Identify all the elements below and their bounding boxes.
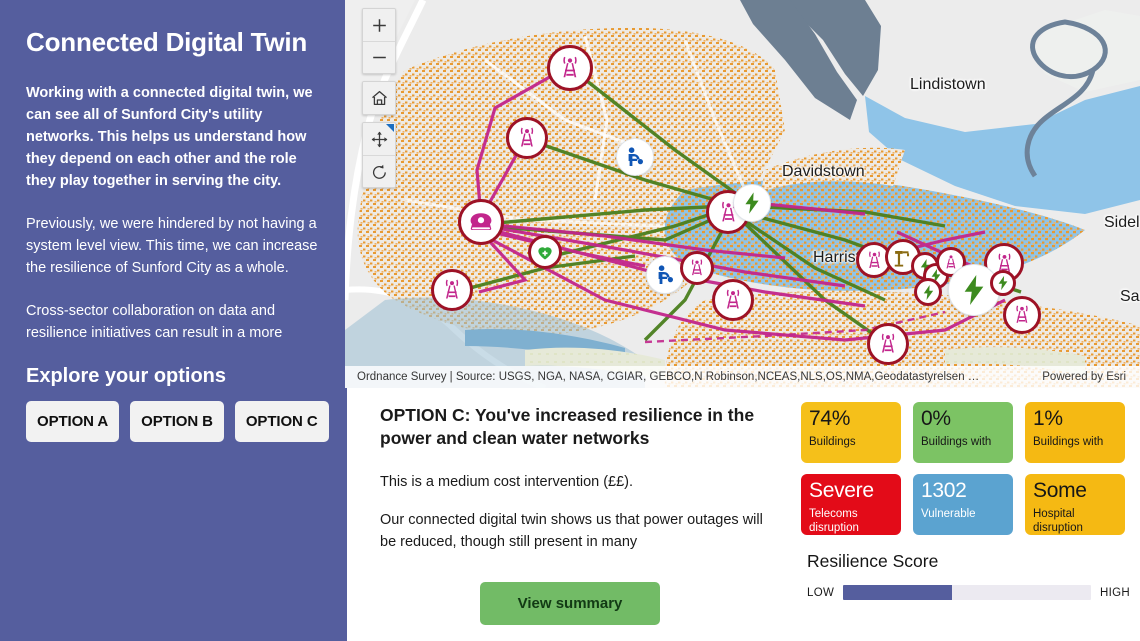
- stat-label: Telecoms disruption: [809, 507, 859, 535]
- stat-value: 1%: [1033, 407, 1063, 430]
- narrative-panel: OPTION C: You've increased resilience in…: [345, 388, 795, 641]
- option-a-button[interactable]: OPTION A: [26, 401, 120, 443]
- map-marker-telecom-mast[interactable]: [1003, 296, 1041, 334]
- map-marker-telecom-mast[interactable]: [431, 269, 473, 311]
- map-marker-telecom-mast[interactable]: [547, 45, 593, 91]
- stat-card-grid: 74% Buildings 0% Buildings with 1% Build…: [801, 402, 1130, 535]
- stats-column: 74% Buildings 0% Buildings with 1% Build…: [795, 388, 1140, 641]
- map-marker-water-pump[interactable]: [646, 256, 684, 294]
- map-marker-telecom-mast[interactable]: [506, 117, 548, 159]
- stat-card-hospital-disruption[interactable]: Some Hospital disruption: [1025, 474, 1125, 535]
- page-title: Connected Digital Twin: [26, 27, 308, 57]
- home-icon[interactable]: [363, 82, 395, 114]
- stat-card-buildings-no-water[interactable]: 1% Buildings with: [1025, 402, 1125, 463]
- map-marker-telecom-mast[interactable]: [680, 251, 714, 285]
- map-marker-power-substation[interactable]: [990, 270, 1016, 296]
- app-root: Connected Digital Twin Working with a co…: [0, 0, 1140, 641]
- sidebar-paragraph-3: Cross-sector collaboration on data and r…: [26, 303, 283, 342]
- narrative-heading: OPTION C: You've increased resilience in…: [380, 405, 755, 449]
- map-controls: [362, 8, 396, 188]
- zoom-control-group: [362, 8, 396, 74]
- rotate-reset-icon[interactable]: [363, 155, 395, 187]
- resilience-score-row: LOW HIGH: [807, 585, 1130, 600]
- stat-label: Buildings with: [1033, 435, 1104, 448]
- stat-label: Buildings with: [921, 435, 992, 448]
- map-marker-telecom-mast[interactable]: [712, 279, 754, 321]
- map-view[interactable]: Sunford Water Lindistown Davidstown Harr…: [345, 0, 1140, 388]
- stat-card-telecoms-disruption[interactable]: Severe Telecoms disruption: [801, 474, 901, 535]
- stat-value: 0%: [921, 407, 951, 430]
- sidebar-lead-paragraph: Working with a connected digital twin, w…: [26, 84, 313, 190]
- narrative-cost-paragraph: This is a medium cost intervention (££).: [380, 473, 634, 490]
- zoom-in-icon[interactable]: [363, 9, 395, 41]
- stat-value: 1302: [921, 479, 967, 502]
- stat-card-buildings-no-power[interactable]: 0% Buildings with: [913, 402, 1013, 463]
- map-marker-hospital[interactable]: [528, 235, 562, 269]
- map-attribution-sources: Ordnance Survey | Source: USGS, NGA, NAS…: [357, 371, 980, 383]
- option-b-button[interactable]: OPTION B: [130, 401, 224, 443]
- pan-icon[interactable]: [363, 123, 395, 155]
- narrative-detail-paragraph: Our connected digital twin shows us that…: [380, 512, 763, 551]
- resilience-score-block: Resilience Score LOW HIGH: [801, 551, 1130, 600]
- bottom-panel: OPTION C: You've increased resilience in…: [345, 388, 1140, 641]
- map-marker-telephone-exchange[interactable]: [458, 199, 504, 245]
- option-c-button[interactable]: OPTION C: [234, 401, 329, 443]
- stat-value: Severe: [809, 479, 874, 502]
- summary-button-wrap: View summary: [345, 582, 795, 625]
- home-control-group: [362, 81, 396, 115]
- sidebar: Connected Digital Twin Working with a co…: [0, 0, 345, 641]
- resilience-score-title: Resilience Score: [807, 551, 939, 571]
- resilience-score-fill: [843, 585, 953, 600]
- stat-value: 74%: [809, 407, 851, 430]
- stat-label: Vulnerable: [921, 507, 976, 520]
- map-marker-water-pump[interactable]: [616, 138, 654, 176]
- zoom-out-icon[interactable]: [363, 41, 395, 73]
- map-marker-telecom-mast[interactable]: [867, 323, 909, 365]
- option-button-group: OPTION A OPTION B OPTION C: [26, 401, 329, 443]
- explore-options-heading: Explore your options: [26, 365, 227, 388]
- map-attribution-bar: Ordnance Survey | Source: USGS, NGA, NAS…: [345, 366, 1140, 388]
- stat-value: Some: [1033, 479, 1087, 502]
- score-low-label: LOW: [807, 586, 835, 599]
- sidebar-paragraph-2: Previously, we were hindered by not havi…: [26, 216, 318, 277]
- stat-card-vulnerable-people[interactable]: 1302 Vulnerable: [913, 474, 1013, 535]
- map-marker-power-substation[interactable]: [914, 278, 942, 306]
- view-summary-button[interactable]: View summary: [479, 582, 661, 625]
- stat-label: Buildings: [809, 435, 856, 448]
- score-high-label: HIGH: [1100, 586, 1130, 599]
- north-indicator-icon: [386, 124, 394, 132]
- map-marker-power-substation[interactable]: [733, 184, 771, 222]
- navigation-control-group: [362, 122, 396, 188]
- main-column: Sunford Water Lindistown Davidstown Harr…: [345, 0, 1140, 641]
- stat-card-buildings-flooded[interactable]: 74% Buildings: [801, 402, 901, 463]
- resilience-score-bar: [843, 585, 1092, 600]
- panel-left-accent: [345, 388, 347, 641]
- stat-label: Hospital disruption: [1033, 507, 1083, 535]
- powered-by-esri-label: Powered by Esri: [1042, 371, 1126, 383]
